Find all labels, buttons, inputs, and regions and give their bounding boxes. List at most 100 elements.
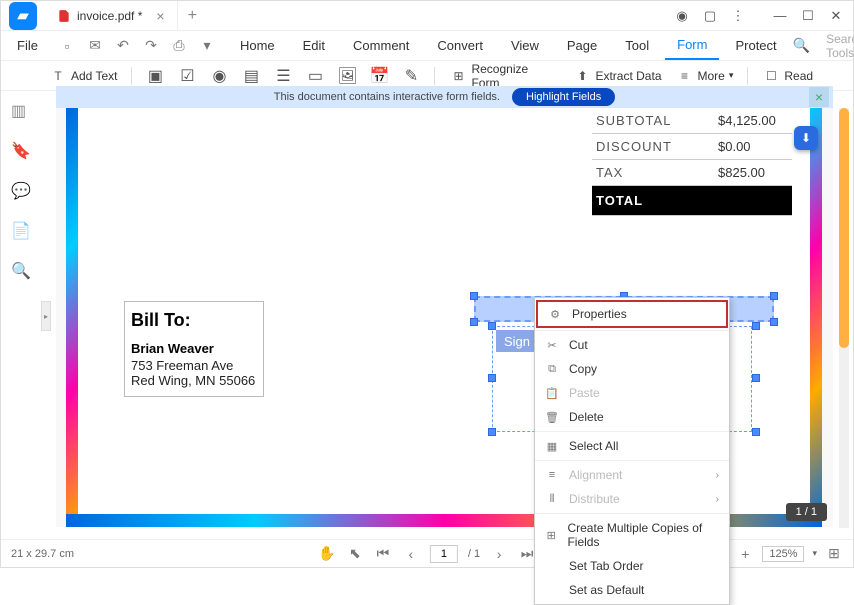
attachments-icon[interactable]: 📄: [11, 221, 31, 241]
maximize-icon[interactable]: ☐: [795, 3, 821, 29]
field-combo-icon[interactable]: ▤: [242, 67, 260, 85]
field-list-icon[interactable]: ☰: [274, 67, 292, 85]
tax-value: $825.00: [718, 165, 788, 180]
left-sidebar: ▥ 🔖 💬 📄 🔍: [1, 91, 41, 531]
document-tab[interactable]: invoice.pdf * ×: [45, 1, 178, 31]
menu-page[interactable]: Page: [555, 38, 609, 53]
kebab-icon[interactable]: ⋮: [725, 3, 751, 29]
menu-comment[interactable]: Comment: [341, 38, 421, 53]
ctx-paste: 📋Paste: [535, 381, 729, 405]
search-tools[interactable]: Search Tools: [818, 32, 854, 60]
total-value: [718, 193, 788, 208]
cut-icon: ✂: [545, 338, 559, 352]
more-label: More: [697, 69, 724, 83]
chevron-right-icon: ›: [716, 470, 719, 481]
recognize-icon: ⊞: [449, 67, 467, 85]
menu-protect[interactable]: Protect: [723, 38, 788, 53]
prev-page-icon[interactable]: ‹: [402, 545, 420, 563]
select-tool-icon[interactable]: ⬉: [346, 545, 364, 563]
ctx-properties[interactable]: ⚙Properties: [536, 300, 728, 328]
vertical-scrollbar[interactable]: [839, 108, 849, 528]
search-panel-icon[interactable]: 🔍: [11, 261, 31, 281]
page-total: / 1: [468, 548, 480, 560]
field-sign-icon[interactable]: ✎: [402, 67, 420, 85]
field-date-icon[interactable]: 📅: [370, 67, 388, 85]
search-icon[interactable]: 🔍: [793, 37, 810, 55]
field-button-icon[interactable]: ▭: [306, 67, 324, 85]
tab-close-icon[interactable]: ×: [156, 8, 164, 24]
bill-to-block: Bill To: Brian Weaver 753 Freeman Ave Re…: [124, 301, 264, 397]
print-icon[interactable]: ⎙: [170, 37, 188, 55]
ctx-cut[interactable]: ✂Cut: [535, 333, 729, 357]
pdf-icon: [57, 9, 71, 23]
field-checkbox-icon[interactable]: ☑: [178, 67, 196, 85]
subtotal-value: $4,125.00: [718, 113, 788, 128]
field-textbox-icon[interactable]: ▣: [146, 67, 164, 85]
read-label: Read: [784, 69, 813, 83]
page-dimensions: 21 x 29.7 cm: [11, 548, 74, 560]
file-menu[interactable]: File: [9, 38, 46, 53]
page-input[interactable]: [430, 545, 458, 563]
banner-message: This document contains interactive form …: [274, 91, 500, 103]
first-page-icon[interactable]: ⏮: [374, 545, 392, 563]
subtotal-label: SUBTOTAL: [596, 113, 718, 128]
banner-close-icon[interactable]: ×: [809, 87, 829, 107]
discount-value: $0.00: [718, 139, 788, 154]
account-icon[interactable]: ◉: [669, 3, 695, 29]
minimize-icon[interactable]: ―: [767, 3, 793, 29]
ctx-distribute: ⫴Distribute›: [535, 487, 729, 511]
chevron-down-icon[interactable]: ▾: [198, 37, 216, 55]
billto-addr2: Red Wing, MN 55066: [131, 373, 257, 388]
gear-icon: ⚙: [548, 307, 562, 321]
next-page-icon[interactable]: ›: [490, 545, 508, 563]
more-button[interactable]: ≡ More ▾: [675, 67, 733, 85]
sidebar-collapse-icon[interactable]: ▸: [41, 301, 51, 331]
copies-icon: ⊞: [545, 528, 557, 542]
highlight-fields-button[interactable]: Highlight Fields: [512, 88, 615, 106]
delete-icon: 🗑: [545, 410, 559, 424]
menu-edit[interactable]: Edit: [291, 38, 337, 53]
zoom-in-icon[interactable]: +: [736, 545, 754, 563]
field-context-menu: ⚙Properties ✂Cut ⧉Copy 📋Paste 🗑Delete ▦S…: [534, 297, 730, 605]
fit-page-icon[interactable]: ⊞: [825, 545, 843, 563]
window-close-icon[interactable]: ✕: [823, 3, 849, 29]
notify-icon[interactable]: ▢: [697, 3, 723, 29]
undo-icon[interactable]: ↶: [114, 37, 132, 55]
billto-addr1: 753 Freeman Ave: [131, 358, 257, 373]
download-badge-icon[interactable]: ⬇: [794, 126, 818, 150]
menu-form[interactable]: Form: [665, 37, 719, 60]
extract-icon: ⬆: [573, 67, 591, 85]
comments-icon[interactable]: 💬: [11, 181, 31, 201]
redo-icon[interactable]: ↷: [142, 37, 160, 55]
hand-tool-icon[interactable]: ✋: [318, 545, 336, 563]
ctx-set-tab-order[interactable]: Set Tab Order: [535, 554, 729, 578]
ctx-copy[interactable]: ⧉Copy: [535, 357, 729, 381]
ctx-select-all[interactable]: ▦Select All: [535, 434, 729, 458]
field-image-icon[interactable]: 🖼: [338, 67, 356, 85]
ctx-set-default[interactable]: Set as Default: [535, 578, 729, 602]
menu-home[interactable]: Home: [228, 38, 287, 53]
zoom-value[interactable]: 125%: [762, 546, 804, 562]
tax-label: TAX: [596, 165, 718, 180]
ctx-delete[interactable]: 🗑Delete: [535, 405, 729, 429]
chevron-down-icon[interactable]: ▾: [812, 548, 817, 559]
field-radio-icon[interactable]: ◉: [210, 67, 228, 85]
checkbox-icon: ☐: [762, 67, 780, 85]
paste-icon: 📋: [545, 386, 559, 400]
extract-data-button[interactable]: ⬆ Extract Data: [573, 67, 661, 85]
menu-tool[interactable]: Tool: [613, 38, 661, 53]
menubar: File ▫ ✉ ↶ ↷ ⎙ ▾ Home Edit Comment Conve…: [1, 31, 853, 61]
bookmarks-icon[interactable]: 🔖: [11, 141, 31, 161]
ctx-create-copies[interactable]: ⊞Create Multiple Copies of Fields: [535, 516, 729, 554]
menu-view[interactable]: View: [499, 38, 551, 53]
menu-convert[interactable]: Convert: [425, 38, 495, 53]
add-text-button[interactable]: T Add Text: [49, 67, 117, 85]
save-icon[interactable]: ▫: [58, 37, 76, 55]
distribute-icon: ⫴: [545, 492, 559, 506]
tab-add-icon[interactable]: +: [178, 7, 207, 25]
thumbnails-icon[interactable]: ▥: [11, 101, 31, 121]
align-icon: ≡: [545, 468, 559, 482]
mail-icon[interactable]: ✉: [86, 37, 104, 55]
read-button[interactable]: ☐ Read: [762, 67, 813, 85]
app-logo: ▰: [9, 2, 37, 30]
